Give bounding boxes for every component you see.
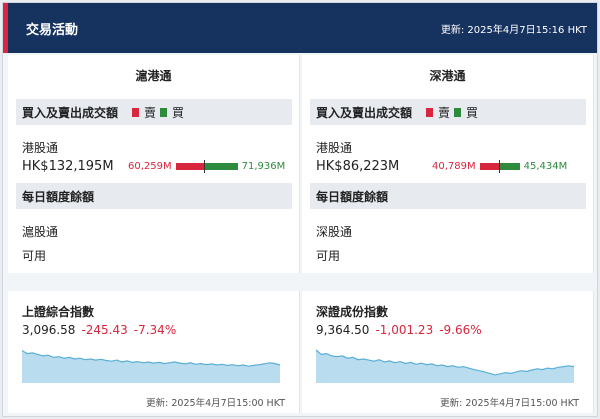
total-turnover: HK$86,223M [316,159,400,174]
quota-channel: 滬股通 [22,225,59,239]
total-turnover: HK$132,195M [22,159,114,174]
widget-header: 交易活動 更新: 2025年4月7日15:16 HKT [3,3,597,53]
buy-sell-bar [479,160,520,173]
buy-legend-label: 買 [466,105,479,120]
buy-value: 45,434M [523,161,568,172]
midpoint-tick [498,160,500,173]
index-updated-time: 更新: 2025年4月7日15:00 HKT [440,398,579,409]
sell-legend-swatch [426,107,434,117]
turnover-title: 買入及賣出成交額 [22,105,119,120]
sell-bar [479,163,499,170]
turnover-title: 買入及賣出成交額 [316,105,413,120]
buy-value: 71,936M [241,161,286,172]
index-change: -245.43 [81,323,128,337]
sell-legend-label: 賣 [438,105,451,120]
sell-bar [175,163,204,170]
index-change-pct: -7.34% [133,323,177,337]
buy-sell-bar-row: 40,789M 45,434M [432,160,568,173]
buy-sell-bar-row: 60,259M 71,936M [128,160,286,173]
index-price: 3,096.58 [22,323,76,337]
buy-sell-bar [175,160,238,173]
shanghai-connect-panel: 滬港通 買入及賣出成交額 賣 買 港股通 HK$132,195M 60,259M… [8,55,300,273]
sparkline-chart [22,350,280,383]
turnover-band: 買入及賣出成交額 賣 買 [310,99,586,125]
buy-bar [498,163,520,170]
sell-legend-swatch [132,107,140,117]
sell-legend-label: 賣 [144,105,157,120]
channel-label: 港股通 [316,141,353,155]
sparkline-area [22,350,280,383]
legend: 賣 買 [422,104,478,121]
quota-title: 每日額度餘額 [316,189,389,204]
legend: 賣 買 [128,104,184,121]
buy-legend-swatch [160,107,168,117]
quota-title: 每日額度餘額 [22,189,95,204]
trading-activity-widget: 交易活動 更新: 2025年4月7日15:16 HKT 滬港通 買入及賣出成交額… [2,2,598,417]
index-card-shenzhen[interactable]: 深證成份指數 9,364.50 -1,001.23 -9.66% 更新: 202… [302,291,594,413]
quota-band: 每日額度餘額 [310,183,586,209]
buy-legend-label: 買 [172,105,185,120]
buy-legend-swatch [454,107,462,117]
index-updated-time: 更新: 2025年4月7日15:00 HKT [146,398,285,409]
index-price: 9,364.50 [316,323,370,337]
index-card-shanghai[interactable]: 上證綜合指數 3,096.58 -245.43 -7.34% 更新: 2025年… [8,291,300,413]
quota-status: 可用 [316,249,341,263]
sell-value: 60,259M [128,161,172,172]
header-updated-time: 更新: 2025年4月7日15:16 HKT [440,24,587,36]
buy-bar [203,163,238,170]
widget-title: 交易活動 [26,22,79,38]
panel-title: 滬港通 [135,69,172,83]
shenzhen-connect-panel: 深港通 買入及賣出成交額 賣 買 港股通 HK$86,223M 40,789M … [302,55,594,273]
index-name: 深證成份指數 [316,305,389,319]
sparkline-chart [316,349,574,383]
quota-channel: 深股通 [316,225,353,239]
panel-title: 深港通 [429,69,466,83]
turnover-band: 買入及賣出成交額 賣 買 [16,99,292,125]
quota-status: 可用 [22,249,47,263]
index-change: -1,001.23 [375,323,434,337]
channel-label: 港股通 [22,141,59,155]
index-values: 9,364.50 -1,001.23 -9.66% [316,323,482,337]
sell-value: 40,789M [432,161,476,172]
index-name: 上證綜合指數 [22,305,95,319]
midpoint-tick [203,160,205,173]
quota-band: 每日額度餘額 [16,183,292,209]
index-change-pct: -9.66% [439,323,482,337]
index-values: 3,096.58 -245.43 -7.34% [22,323,176,337]
